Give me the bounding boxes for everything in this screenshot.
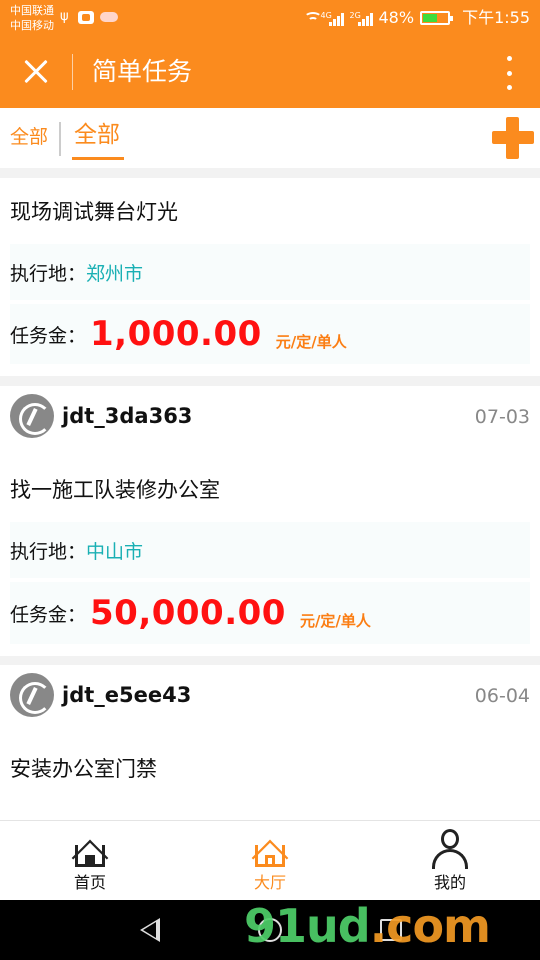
tab-all-active[interactable]: 全部	[74, 120, 120, 150]
username: jdt_3da363	[62, 404, 193, 428]
add-task-icon[interactable]	[492, 117, 534, 159]
task-reward-row: 任务金： 50,000.00 元/定/单人	[10, 582, 530, 644]
hall-icon	[250, 827, 290, 877]
tab-divider	[59, 122, 61, 156]
clock: 下午1:55	[462, 8, 530, 27]
close-icon[interactable]	[18, 54, 54, 90]
username: jdt_e5ee43	[62, 683, 192, 707]
back-icon[interactable]	[140, 918, 160, 942]
carrier-1: 中国联通	[10, 4, 54, 17]
cloud-icon	[100, 12, 118, 22]
task-location-row: 执行地： 郑州市	[10, 244, 530, 300]
status-notification-icons: ψ	[60, 9, 118, 25]
title-bar: 简单任务	[0, 36, 540, 108]
nav-item-home[interactable]: 首页	[30, 821, 150, 901]
location-label: 执行地：	[10, 540, 87, 563]
task-card[interactable]: 现场调试舞台灯光 执行地： 郑州市 任务金： 1,000.00 元/定/单人	[0, 178, 540, 376]
post-date: 06-04	[474, 685, 530, 707]
reward-label: 任务金：	[10, 324, 87, 347]
status-right: 4G 2G 48% 下午1:55	[303, 8, 530, 28]
signal-icon-1: 4G	[321, 10, 344, 26]
battery-percent: 48%	[378, 8, 415, 27]
task-title: 现场调试舞台灯光	[10, 200, 178, 224]
watermark-main: 91ud	[244, 899, 371, 953]
location-value: 郑州市	[86, 262, 144, 285]
signal-icon-2: 2G	[350, 10, 373, 26]
reward-unit: 元/定/单人	[275, 332, 347, 351]
reward-unit: 元/定/单人	[299, 611, 371, 630]
task-location-row: 执行地： 中山市	[10, 522, 530, 578]
nav-label-mine: 我的	[433, 873, 466, 892]
tab-all-category[interactable]: 全部	[10, 124, 48, 150]
task-title: 安装办公室门禁	[10, 757, 157, 781]
carrier-2: 中国移动	[10, 19, 54, 32]
location-label: 执行地：	[10, 262, 87, 285]
post-date: 07-03	[474, 406, 530, 428]
nav-item-mine[interactable]: 我的	[390, 821, 510, 901]
location-value: 中山市	[86, 540, 144, 563]
task-card[interactable]: jdt_3da363 07-03 找一施工队装修办公室 执行地： 中山市 任务金…	[0, 386, 540, 656]
task-reward-row: 任务金： 1,000.00 元/定/单人	[10, 304, 530, 364]
page-title: 简单任务	[92, 57, 193, 86]
user-icon	[430, 827, 470, 871]
bottom-nav: 首页 大厅 我的	[0, 820, 540, 900]
usb-icon: ψ	[60, 9, 69, 24]
active-tab-indicator	[72, 157, 124, 160]
reward-amount: 1,000.00	[90, 314, 262, 354]
nav-item-hall[interactable]: 大厅	[210, 821, 330, 901]
more-options-icon[interactable]	[504, 56, 514, 90]
avatar	[10, 394, 54, 438]
task-user-row: jdt_e5ee43 06-04	[10, 673, 530, 719]
nav-label-home: 首页	[73, 873, 106, 892]
battery-icon	[420, 11, 454, 25]
task-user-row: jdt_3da363 07-03	[10, 394, 530, 440]
wifi-icon	[303, 10, 323, 26]
watermark-suffix: .com	[369, 899, 491, 953]
reward-amount: 50,000.00	[90, 593, 286, 633]
task-title: 找一施工队装修办公室	[10, 478, 220, 502]
watermark: 91ud.com	[244, 896, 491, 956]
carrier-info: 中国联通 中国移动	[10, 3, 54, 33]
nav-label-hall: 大厅	[253, 873, 286, 892]
home-icon	[70, 827, 110, 877]
avatar	[10, 673, 54, 717]
reward-label: 任务金：	[10, 603, 87, 626]
status-bar: 中国联通 中国移动 ψ 4G 2G 48% 下午1:55	[0, 0, 540, 36]
network-type-2: 2G	[349, 11, 361, 20]
task-card[interactable]: jdt_e5ee43 06-04 安装办公室门禁	[0, 665, 540, 820]
filter-tab-bar: 全部 全部	[0, 108, 540, 168]
title-divider	[72, 54, 73, 90]
notification-icon	[78, 10, 94, 24]
network-type-1: 4G	[320, 11, 332, 20]
